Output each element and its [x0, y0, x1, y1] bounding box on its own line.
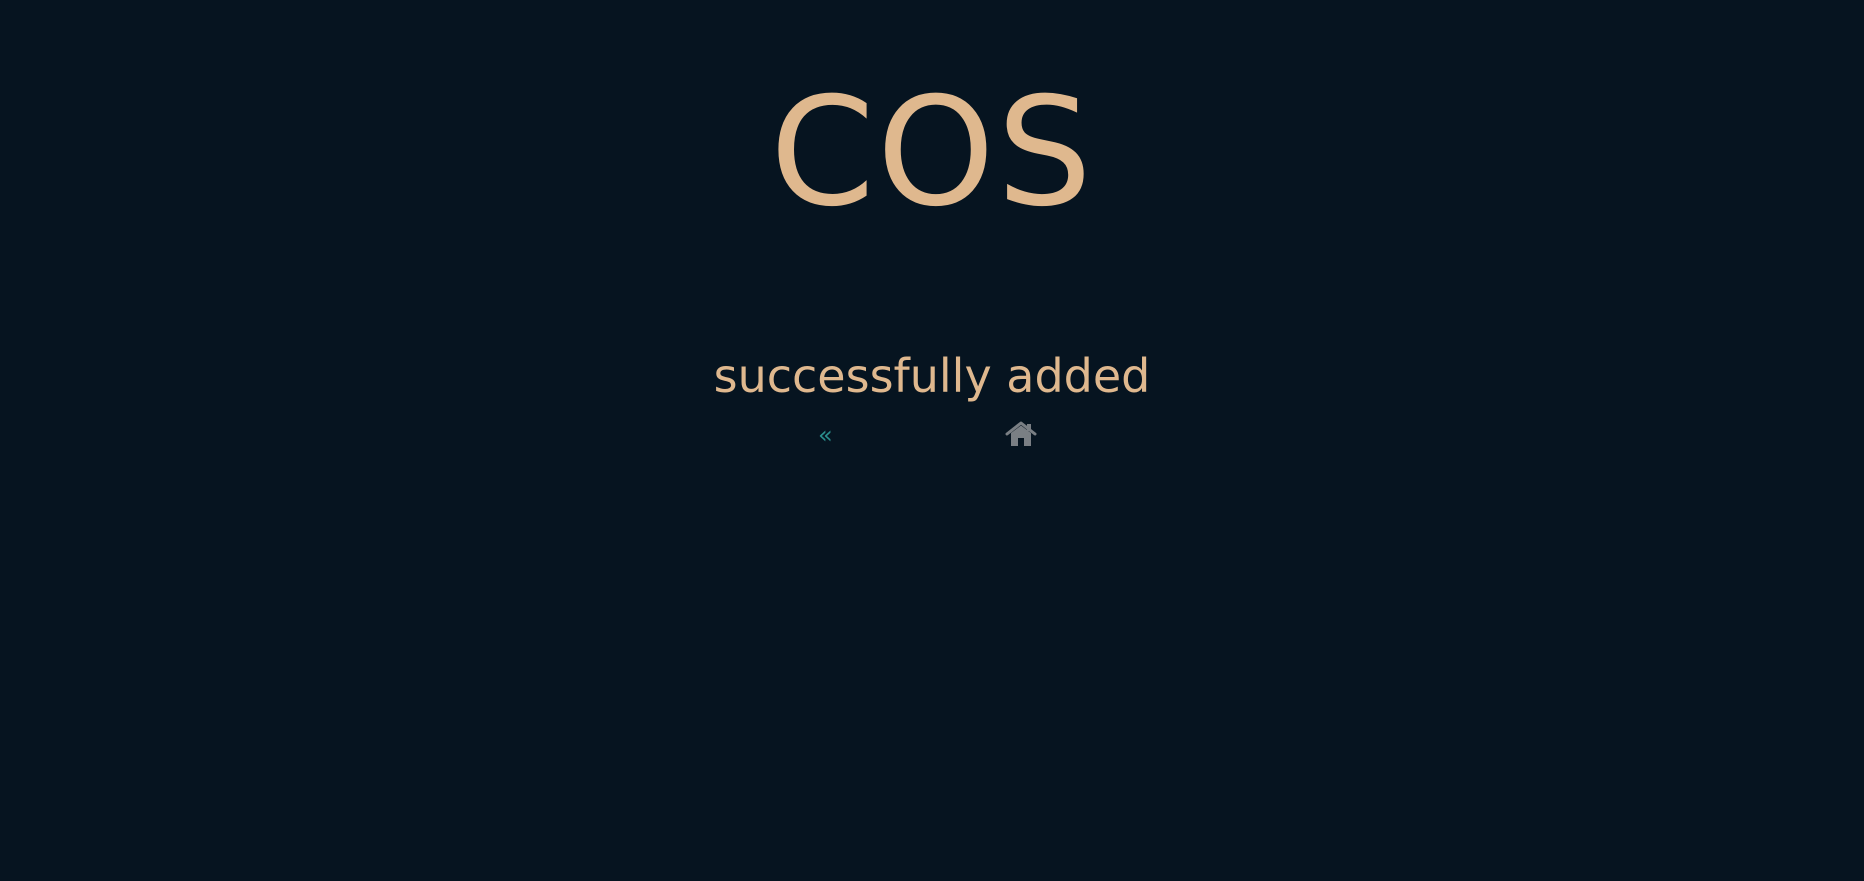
- home-link[interactable]: [1005, 420, 1037, 448]
- site-logo: COS: [769, 66, 1095, 240]
- status-message: successfully added: [713, 349, 1151, 403]
- home-icon: [1005, 420, 1037, 448]
- page: COS successfully added «: [0, 0, 1864, 881]
- back-link[interactable]: «: [818, 418, 840, 452]
